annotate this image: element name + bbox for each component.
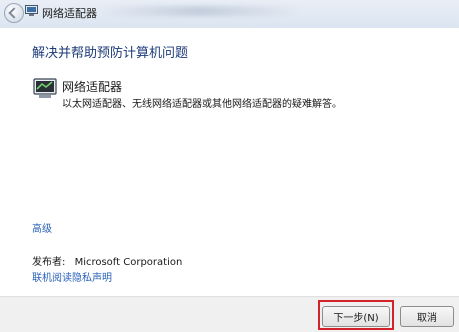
privacy-statement-link[interactable]: 联机阅读隐私声明	[32, 269, 112, 284]
window-title: 网络适配器	[42, 7, 97, 20]
back-arrow-icon[interactable]	[4, 3, 24, 23]
troubleshooter-title: 网络适配器	[62, 80, 123, 94]
next-button[interactable]: 下一步(N)	[322, 306, 390, 327]
network-adapter-icon	[33, 78, 57, 98]
network-adapter-icon	[25, 5, 38, 16]
advanced-link[interactable]: 高级	[32, 220, 52, 235]
title-bar: 网络适配器	[0, 0, 459, 28]
troubleshooter-description: 以太网适配器、无线网络适配器或其他网络适配器的疑难解答。	[62, 99, 342, 110]
page-title: 解决并帮助预防计算机问题	[32, 46, 189, 61]
publisher-line: 发布者: Microsoft Corporation	[32, 253, 182, 268]
publisher-value: Microsoft Corporation	[74, 257, 183, 268]
title-bar-blur	[100, 6, 300, 16]
cancel-button[interactable]: 取消	[400, 306, 454, 327]
publisher-label: 发布者:	[32, 257, 66, 268]
